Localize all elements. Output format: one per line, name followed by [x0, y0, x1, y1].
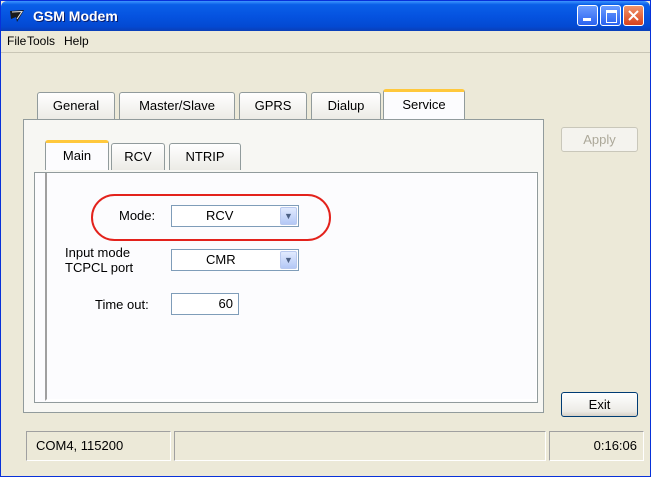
app-window: GSM Modem File Tools Help General Master… [0, 0, 651, 477]
tab-general[interactable]: General [37, 92, 115, 119]
subtab-ntrip[interactable]: NTRIP [169, 143, 241, 170]
apply-button[interactable]: Apply [561, 127, 638, 152]
subtab-main[interactable]: Main [45, 140, 109, 170]
input-mode-select-value: CMR [206, 252, 236, 267]
exit-button[interactable]: Exit [561, 392, 638, 417]
minimize-button[interactable] [577, 5, 598, 26]
maximize-button[interactable] [600, 5, 621, 26]
status-middle [174, 431, 546, 461]
maximize-icon [606, 10, 617, 23]
tcpcl-port-label: TCPCL port [65, 260, 134, 275]
tab-dialup[interactable]: Dialup [311, 92, 381, 119]
tab-gprs[interactable]: GPRS [239, 92, 307, 119]
chevron-down-icon: ▼ [284, 255, 293, 265]
app-icon [10, 10, 24, 22]
input-mode-label: Input mode [65, 245, 131, 260]
menu-divider [1, 52, 650, 53]
menu-tools[interactable]: Tools [27, 34, 55, 48]
window-title: GSM Modem [33, 8, 118, 24]
menu-bar: File Tools Help [1, 31, 650, 51]
status-time: 0:16:06 [549, 431, 644, 461]
annotation-circle [91, 194, 331, 241]
close-icon [628, 10, 639, 21]
input-mode-select[interactable]: CMR ▼ [171, 249, 299, 271]
minimize-icon [583, 18, 591, 21]
title-bar[interactable]: GSM Modem [1, 1, 650, 31]
menu-help[interactable]: Help [64, 34, 89, 48]
timeout-label: Time out: [95, 297, 149, 312]
tab-master-slave[interactable]: Master/Slave [119, 92, 235, 119]
tab-service[interactable]: Service [383, 89, 465, 119]
input-mode-dropdown-button[interactable]: ▼ [280, 251, 297, 269]
timeout-input[interactable]: 60 [171, 293, 239, 315]
close-button[interactable] [623, 5, 644, 26]
status-port: COM4, 115200 [26, 431, 171, 461]
menu-file[interactable]: File [7, 34, 26, 48]
subtab-rcv[interactable]: RCV [111, 143, 165, 170]
